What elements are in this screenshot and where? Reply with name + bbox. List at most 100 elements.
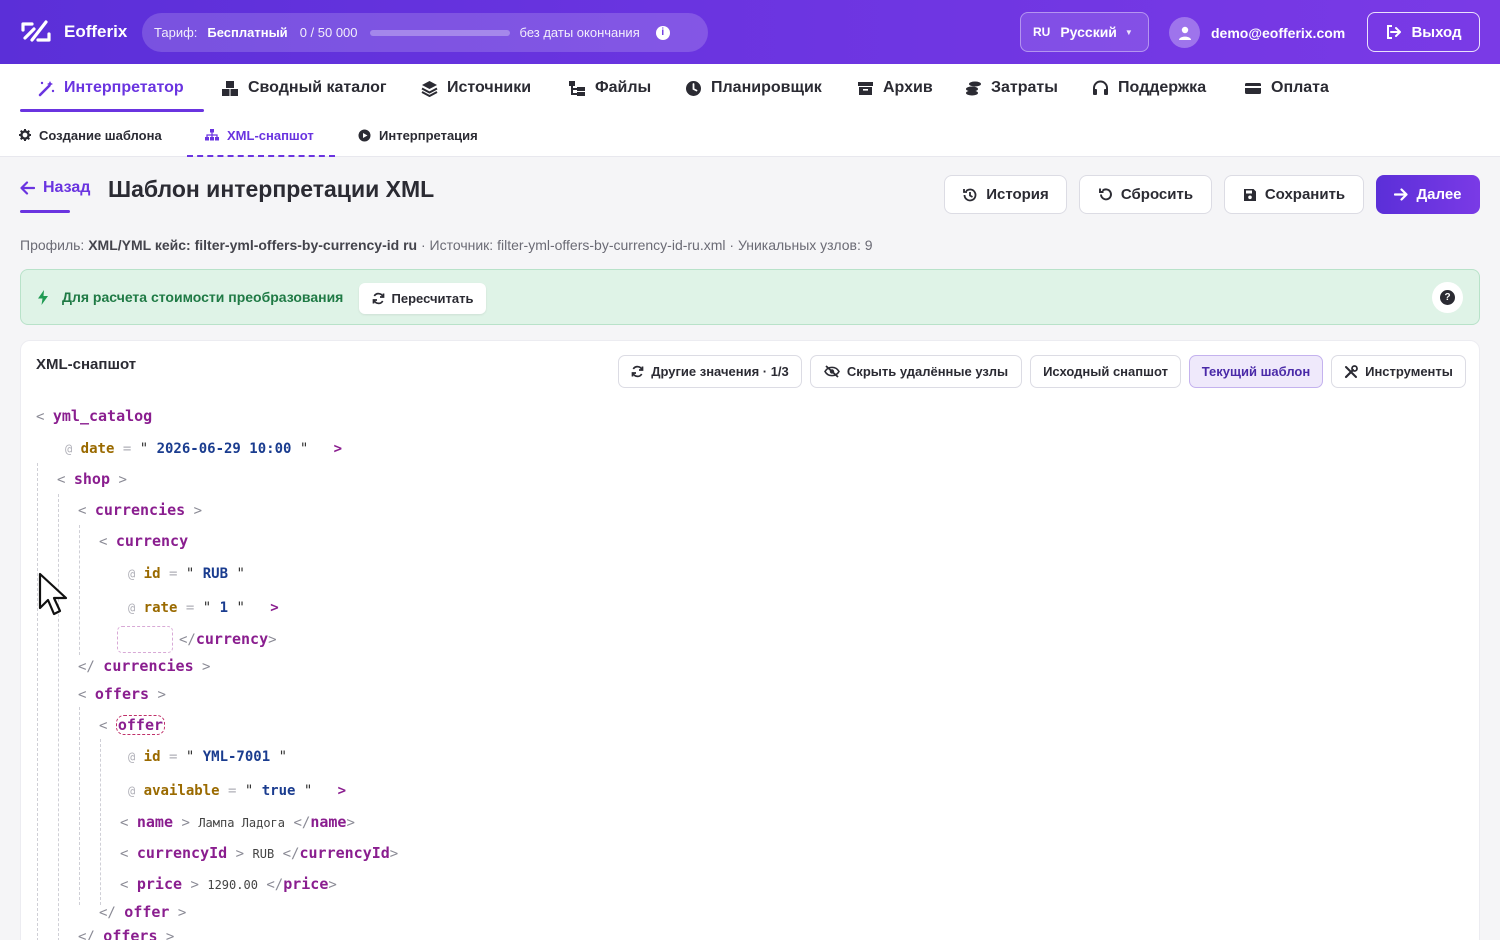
source-snapshot-button[interactable]: Исходный снапшот xyxy=(1030,355,1181,388)
arrow-left-icon xyxy=(20,181,35,195)
logo-icon xyxy=(21,20,51,42)
nav-item-files[interactable]: Файлы xyxy=(568,64,651,112)
notice-text: Для расчета стоимости преобразования xyxy=(62,289,344,305)
xml-close-offer: </ offer > xyxy=(99,903,187,921)
history-label: История xyxy=(986,186,1049,203)
back-link[interactable]: Назад xyxy=(20,179,90,197)
logout-icon xyxy=(1387,25,1402,39)
tree-guide xyxy=(79,525,80,655)
boxes-icon xyxy=(222,80,238,96)
undo-icon xyxy=(1098,188,1112,201)
xml-node-offer[interactable]: < offer xyxy=(99,715,166,735)
language-code: RU xyxy=(1033,25,1051,39)
nav-item-catalog[interactable]: Сводный каталог xyxy=(221,64,387,112)
profile-meta: Профиль: XML/YML кейс: filter-yml-offers… xyxy=(20,237,873,253)
nav-item-label: Оплата xyxy=(1271,79,1329,96)
xml-attr-rate[interactable]: @ rate = " 1 " > xyxy=(128,600,279,616)
recalculate-button[interactable]: Пересчитать xyxy=(359,283,486,314)
profile-label: Профиль: xyxy=(20,237,85,253)
tab-label: Интерпретация xyxy=(379,127,478,143)
tariff-plan: Бесплатный xyxy=(207,25,288,40)
headset-icon xyxy=(1093,80,1108,95)
tools-icon xyxy=(1344,364,1358,378)
history-button[interactable]: История xyxy=(944,175,1067,214)
nav-item-interpreter[interactable]: Интерпретатор xyxy=(38,64,184,112)
tariff-usage: 0 / 50 000 xyxy=(299,25,358,40)
empty-drop-slot[interactable] xyxy=(117,626,173,653)
tab-active-indicator xyxy=(187,155,335,157)
wand-icon xyxy=(38,80,55,96)
instruments-button[interactable]: Инструменты xyxy=(1331,355,1466,388)
floppy-icon xyxy=(1243,188,1256,201)
app-logo[interactable]: Eofferix xyxy=(20,18,127,46)
tab-template-create[interactable]: Создание шаблона xyxy=(19,114,162,156)
panel-title: XML-снапшот xyxy=(36,356,137,373)
language-name: Русский xyxy=(1060,24,1117,40)
nav-item-archive[interactable]: Архив xyxy=(857,64,933,112)
unique-value: 9 xyxy=(864,237,873,253)
tariff-usage-bar xyxy=(369,29,510,36)
refresh-icon xyxy=(631,365,644,378)
xml-close-currency: </currency> xyxy=(179,630,277,648)
arrow-right-icon xyxy=(1394,188,1409,201)
other-values-label: Другие значения · 1/3 xyxy=(651,364,789,379)
xml-node-shop[interactable]: < shop > xyxy=(57,470,127,488)
xml-attr-offer-id[interactable]: @ id = " YML-7001 " xyxy=(128,749,287,765)
tab-label: Создание шаблона xyxy=(39,127,162,143)
xml-node-currencyid[interactable]: < currencyId > RUB </currencyId> xyxy=(120,844,398,862)
tree-guide xyxy=(58,494,59,940)
bolt-icon xyxy=(38,290,48,305)
nav-item-label: Планировщик xyxy=(711,79,822,96)
nav-item-payment[interactable]: Оплата xyxy=(1244,64,1329,112)
xml-node-currency[interactable]: < currency xyxy=(99,532,188,550)
nav-item-support[interactable]: Поддержка xyxy=(1092,64,1206,112)
archive-icon xyxy=(858,81,873,95)
card-icon xyxy=(1245,82,1261,94)
coins-icon xyxy=(966,81,981,95)
xml-attr-available[interactable]: @ available = " true " > xyxy=(128,783,346,799)
xml-node-currencies[interactable]: < currencies > xyxy=(78,501,202,519)
logout-label: Выход xyxy=(1411,23,1462,41)
instruments-label: Инструменты xyxy=(1365,364,1453,379)
layers-icon xyxy=(421,80,438,97)
clock-icon xyxy=(686,80,701,96)
hide-deleted-button[interactable]: Скрыть удалённые узлы xyxy=(810,355,1022,388)
mouse-pointer-icon xyxy=(38,572,68,616)
xml-node-offers[interactable]: < offers > xyxy=(78,685,166,703)
nav-item-costs[interactable]: Затраты xyxy=(965,64,1058,112)
tree-guide xyxy=(100,739,101,905)
language-selector[interactable]: RU Русский ▼ xyxy=(1020,12,1149,52)
refresh-icon xyxy=(372,292,384,305)
xml-attr-id[interactable]: @ id = " RUB " xyxy=(128,566,245,582)
user-menu[interactable]: demo@eofferix.com xyxy=(1169,17,1345,48)
main-nav: Интерпретатор Сводный каталог Источники … xyxy=(0,64,1500,114)
nav-item-label: Интерпретатор xyxy=(64,79,184,96)
page-title: Шаблон интерпретации XML xyxy=(108,176,435,202)
next-button[interactable]: Далее xyxy=(1376,175,1480,214)
recalculate-label: Пересчитать xyxy=(391,291,474,306)
play-icon xyxy=(358,129,371,141)
folder-tree-icon xyxy=(569,80,585,96)
help-button[interactable]: ? xyxy=(1432,282,1463,313)
user-email: demo@eofferix.com xyxy=(1211,24,1346,41)
tariff-label: Тариф: xyxy=(154,25,198,40)
next-label: Далее xyxy=(1416,186,1462,203)
reset-button[interactable]: Сбросить xyxy=(1079,175,1212,214)
info-icon[interactable]: i xyxy=(655,25,670,40)
nav-item-scheduler[interactable]: Планировщик xyxy=(685,64,822,112)
sitemap-icon xyxy=(205,129,219,141)
xml-node-yml-catalog[interactable]: < yml_catalog xyxy=(36,407,152,425)
tab-xml-snapshot[interactable]: XML-снапшот xyxy=(205,114,314,156)
save-button[interactable]: Сохранить xyxy=(1224,175,1364,214)
xml-node-name[interactable]: < name > Лампа Ладога </name> xyxy=(120,813,355,831)
xml-attr-date[interactable]: @ date = " 2026-06-29 10:00 " > xyxy=(65,441,342,457)
tab-interpretation[interactable]: Интерпретация xyxy=(358,114,478,156)
eye-slash-icon xyxy=(824,365,840,378)
logout-button[interactable]: Выход xyxy=(1367,12,1480,52)
source-snapshot-label: Исходный снапшот xyxy=(1043,364,1168,379)
current-template-button[interactable]: Текущий шаблон xyxy=(1189,355,1323,388)
nav-item-sources[interactable]: Источники xyxy=(421,64,531,112)
other-values-button[interactable]: Другие значения · 1/3 xyxy=(618,355,802,388)
xml-node-price[interactable]: < price > 1290.00 </price> xyxy=(120,875,337,893)
profile-value: XML/YML кейс: filter-yml-offers-by-curre… xyxy=(88,237,418,253)
